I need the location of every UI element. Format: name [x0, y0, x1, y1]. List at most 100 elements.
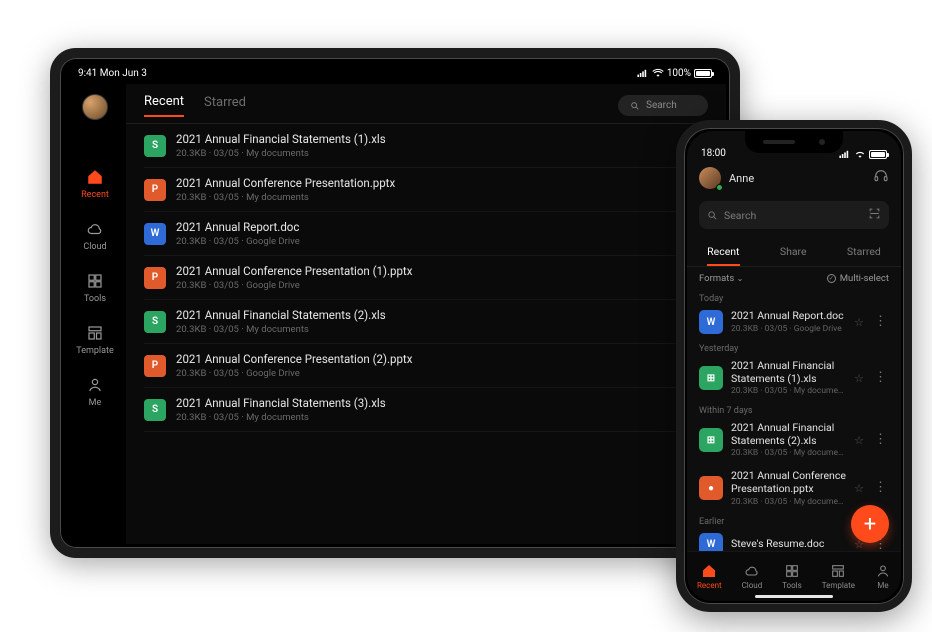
sidebar-item-recent[interactable]: Recent	[81, 168, 109, 200]
star-icon[interactable]: ☆	[854, 482, 864, 495]
file-name: Steve's Resume.doc	[731, 538, 846, 551]
file-row[interactable]: P 2021 Annual Conference Presentation.ppt…	[144, 168, 708, 212]
nav-cloud[interactable]: Cloud	[742, 563, 763, 590]
sidebar-item-template[interactable]: Template	[76, 324, 113, 356]
file-type-icon: W	[144, 223, 166, 245]
file-row[interactable]: W 2021 Annual Report.doc20.3KB · 03/05 · …	[144, 212, 708, 256]
star-icon[interactable]: ☆	[854, 316, 864, 329]
search-input[interactable]: Search	[618, 95, 708, 116]
file-type-icon: ●	[699, 476, 723, 500]
file-name: 2021 Annual Conference Presentation.pptx	[176, 176, 687, 190]
more-icon[interactable]: ⋮	[872, 436, 889, 444]
phone-status-time: 18:00	[701, 148, 726, 159]
file-name: 2021 Annual Financial Statements (2).xls	[176, 308, 687, 322]
file-info: 2021 Annual Financial Statements (2).xls…	[731, 422, 846, 458]
battery-icon	[869, 150, 887, 159]
file-type-icon: P	[144, 179, 166, 201]
more-icon[interactable]: ⋮	[872, 318, 889, 326]
formats-filter[interactable]: Formats ⌄	[699, 273, 743, 284]
file-info: 2021 Annual Conference Presentation (1).…	[176, 264, 687, 291]
tablet-sidebar: Recent Cloud Tools Template Me	[64, 84, 126, 544]
file-name: 2021 Annual Conference Presentation.pptx	[731, 470, 846, 495]
file-row[interactable]: ⊞ 2021 Annual Financial Statements (1).xl…	[687, 354, 901, 402]
file-meta: 20.3KB · 03/05 · Google Drive	[176, 236, 687, 247]
sidebar-item-label: Me	[89, 398, 102, 408]
support-icon[interactable]	[873, 168, 889, 188]
cloud-icon	[86, 220, 104, 238]
file-info: 2021 Annual Financial Statements (3).xls…	[176, 396, 687, 423]
file-row[interactable]: S 2021 Annual Financial Statements (3).xl…	[144, 388, 708, 432]
chevron-down-icon: ⌄	[737, 274, 744, 283]
tab-starred[interactable]: Starred	[204, 95, 246, 116]
fab-add-button[interactable]: +	[851, 505, 889, 543]
file-type-icon: S	[144, 399, 166, 421]
tablet-device-frame: 9:41 Mon Jun 3 100% Recent Cloud	[50, 48, 740, 558]
phone-tabs: Recent Share Starred	[687, 239, 901, 267]
phone-device-frame: 18:00 Anne Search Recent Share Starred	[676, 120, 912, 612]
file-row[interactable]: P 2021 Annual Conference Presentation (2)…	[144, 344, 708, 388]
file-info: 2021 Annual Financial Statements (2).xls…	[176, 308, 687, 335]
file-list: S 2021 Annual Financial Statements (1).xl…	[144, 124, 708, 432]
more-icon[interactable]: ⋮	[872, 484, 889, 492]
file-row[interactable]: W2021 Annual Report.doc20.3KB · 03/05 · …	[687, 304, 901, 340]
search-icon	[707, 210, 718, 221]
file-name: 2021 Annual Conference Presentation (2).…	[176, 352, 687, 366]
tablet-screen: 9:41 Mon Jun 3 100% Recent Cloud	[64, 62, 726, 544]
file-meta: 20.3KB · 03/05 · Google Drive	[176, 280, 687, 291]
file-type-icon: ⊞	[699, 428, 723, 452]
multiselect-toggle[interactable]: ✓ Multi-select	[827, 273, 889, 284]
section-label: Yesterday	[687, 340, 901, 354]
battery-icon	[694, 69, 712, 78]
tab-recent[interactable]: Recent	[707, 239, 739, 266]
file-meta: 20.3KB · 03/05 · My documentsabcdefgh…	[731, 386, 846, 396]
home-indicator	[755, 595, 833, 599]
file-info: 2021 Annual Report.doc20.3KB · 03/05 · G…	[176, 220, 687, 247]
star-icon[interactable]: ☆	[854, 372, 864, 385]
signal-icon	[637, 69, 649, 77]
file-row[interactable]: S2021 Annual Financial Statements (1).xl…	[144, 124, 708, 168]
sidebar-item-tools[interactable]: Tools	[84, 272, 106, 304]
file-type-icon: S	[144, 311, 166, 333]
file-info: 2021 Annual Financial Statements (1).xls…	[731, 360, 846, 396]
search-placeholder: Search	[646, 100, 677, 111]
sidebar-item-cloud[interactable]: Cloud	[83, 220, 106, 252]
file-name: 2021 Annual Financial Statements (1).xls	[731, 360, 846, 385]
file-name: 2021 Annual Financial Statements (1).xls	[176, 132, 687, 146]
tablet-status-time: 9:41 Mon Jun 3	[78, 68, 147, 79]
scan-icon[interactable]	[868, 207, 881, 223]
filter-bar: Formats ⌄ ✓ Multi-select	[687, 267, 901, 290]
more-icon[interactable]: ⋮	[872, 374, 889, 382]
file-type-icon: P	[144, 355, 166, 377]
tab-recent[interactable]: Recent	[144, 94, 184, 117]
file-info: 2021 Annual Financial Statements (1).xls…	[176, 132, 687, 159]
file-type-icon: ⊞	[699, 366, 723, 390]
tab-share[interactable]: Share	[780, 239, 807, 266]
check-circle-icon: ✓	[827, 274, 836, 283]
phone-search-input[interactable]: Search	[699, 201, 889, 229]
presence-dot	[716, 184, 723, 191]
nav-template[interactable]: Template	[822, 563, 855, 590]
nav-recent[interactable]: Recent	[697, 563, 722, 590]
star-icon[interactable]: ☆	[854, 434, 864, 447]
sidebar-item-label: Recent	[81, 190, 109, 200]
person-icon	[86, 376, 104, 394]
file-info: 2021 Annual Conference Presentation (2).…	[176, 352, 687, 379]
avatar[interactable]	[699, 167, 721, 189]
nav-me[interactable]: Me	[875, 563, 891, 590]
file-row[interactable]: S 2021 Annual Financial Statements (2).xl…	[144, 300, 708, 344]
tablet-status-bar: 9:41 Mon Jun 3 100%	[64, 62, 726, 84]
file-meta: 20.3KB · 03/05 · My documents	[176, 192, 687, 203]
search-placeholder: Search	[724, 209, 756, 222]
file-type-icon: P	[144, 267, 166, 289]
file-meta: 20.3KB · 03/05 · My documentsabcdefgh…	[731, 497, 846, 507]
file-row[interactable]: P 2021 Annual Conference Presentation (1)…	[144, 256, 708, 300]
nav-tools[interactable]: Tools	[782, 563, 802, 590]
file-name: 2021 Annual Report.doc	[731, 310, 846, 323]
file-row[interactable]: ⊞ 2021 Annual Financial Statements (2).xl…	[687, 416, 901, 464]
phone-notch	[745, 131, 843, 153]
tab-starred[interactable]: Starred	[847, 239, 881, 266]
avatar[interactable]	[82, 94, 108, 120]
sidebar-item-label: Tools	[84, 294, 106, 304]
sidebar-item-me[interactable]: Me	[86, 376, 104, 408]
tablet-battery-percent: 100%	[667, 68, 691, 79]
